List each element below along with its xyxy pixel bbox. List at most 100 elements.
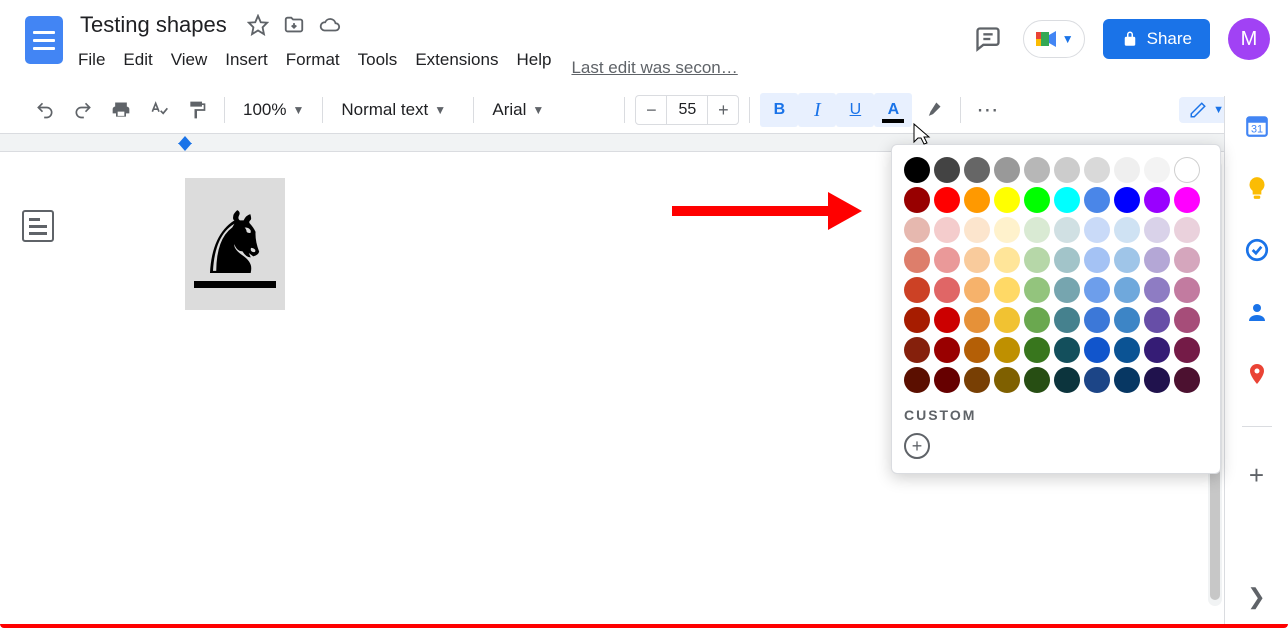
color-swatch[interactable] <box>1084 157 1110 183</box>
color-swatch[interactable] <box>964 307 990 333</box>
menu-help[interactable]: Help <box>516 50 551 70</box>
maps-addon-icon[interactable] <box>1243 360 1271 388</box>
color-swatch[interactable] <box>994 277 1020 303</box>
color-swatch[interactable] <box>1054 307 1080 333</box>
color-swatch[interactable] <box>904 307 930 333</box>
color-swatch[interactable] <box>1114 277 1140 303</box>
bold-button[interactable]: B <box>760 93 798 127</box>
italic-button[interactable]: I <box>798 93 836 127</box>
color-swatch[interactable] <box>1144 337 1170 363</box>
color-swatch[interactable] <box>1114 367 1140 393</box>
color-swatch[interactable] <box>904 247 930 273</box>
spellcheck-button[interactable] <box>142 93 176 127</box>
color-swatch[interactable] <box>1024 277 1050 303</box>
color-swatch[interactable] <box>1084 307 1110 333</box>
text-color-button[interactable]: A <box>874 93 912 127</box>
paragraph-style-select[interactable]: Normal text▼ <box>333 93 463 127</box>
color-swatch[interactable] <box>1054 217 1080 243</box>
color-swatch[interactable] <box>1114 337 1140 363</box>
document-outline-button[interactable] <box>22 210 54 242</box>
color-swatch[interactable] <box>1144 307 1170 333</box>
font-size-decrease[interactable]: − <box>636 100 666 121</box>
color-swatch[interactable] <box>1084 367 1110 393</box>
color-swatch[interactable] <box>904 217 930 243</box>
font-family-select[interactable]: Arial▼ <box>484 93 614 127</box>
menu-view[interactable]: View <box>171 50 208 70</box>
paint-format-button[interactable] <box>180 93 214 127</box>
color-swatch[interactable] <box>934 307 960 333</box>
move-folder-icon[interactable] <box>283 14 305 36</box>
color-swatch[interactable] <box>1024 217 1050 243</box>
zoom-select[interactable]: 100%▼ <box>235 93 312 127</box>
color-swatch[interactable] <box>1054 187 1080 213</box>
color-swatch[interactable] <box>934 217 960 243</box>
color-swatch[interactable] <box>964 337 990 363</box>
color-swatch[interactable] <box>1054 157 1080 183</box>
color-swatch[interactable] <box>1174 217 1200 243</box>
color-swatch[interactable] <box>1144 247 1170 273</box>
color-swatch[interactable] <box>1144 367 1170 393</box>
color-swatch[interactable] <box>1114 307 1140 333</box>
highlight-color-button[interactable] <box>916 93 950 127</box>
comments-icon[interactable] <box>971 22 1005 56</box>
color-swatch[interactable] <box>1114 187 1140 213</box>
color-swatch[interactable] <box>1024 367 1050 393</box>
font-size-value[interactable]: 55 <box>666 96 708 124</box>
color-swatch[interactable] <box>994 187 1020 213</box>
color-swatch[interactable] <box>904 337 930 363</box>
color-swatch[interactable] <box>904 157 930 183</box>
color-swatch[interactable] <box>934 277 960 303</box>
get-addons-button[interactable]: + <box>1243 461 1271 489</box>
color-swatch[interactable] <box>1144 157 1170 183</box>
color-swatch[interactable] <box>1174 367 1200 393</box>
color-swatch[interactable] <box>964 217 990 243</box>
color-swatch[interactable] <box>1084 277 1110 303</box>
indent-marker[interactable] <box>178 136 192 150</box>
color-swatch[interactable] <box>1144 277 1170 303</box>
color-swatch[interactable] <box>1024 337 1050 363</box>
color-swatch[interactable] <box>1084 217 1110 243</box>
color-swatch[interactable] <box>1174 307 1200 333</box>
color-swatch[interactable] <box>934 247 960 273</box>
color-swatch[interactable] <box>964 367 990 393</box>
color-swatch[interactable] <box>934 337 960 363</box>
color-swatch[interactable] <box>1024 157 1050 183</box>
color-swatch[interactable] <box>904 187 930 213</box>
color-swatch[interactable] <box>904 277 930 303</box>
add-custom-color-button[interactable]: + <box>904 433 930 459</box>
color-swatch[interactable] <box>994 307 1020 333</box>
color-swatch[interactable] <box>1024 247 1050 273</box>
redo-button[interactable] <box>66 93 100 127</box>
menu-extensions[interactable]: Extensions <box>415 50 498 70</box>
color-swatch[interactable] <box>1084 187 1110 213</box>
more-tools-button[interactable]: ⋯ <box>971 93 1005 127</box>
keep-addon-icon[interactable] <box>1243 174 1271 202</box>
color-swatch[interactable] <box>994 157 1020 183</box>
color-swatch[interactable] <box>934 367 960 393</box>
color-swatch[interactable] <box>1054 367 1080 393</box>
color-swatch[interactable] <box>1024 307 1050 333</box>
color-swatch[interactable] <box>964 277 990 303</box>
color-swatch[interactable] <box>1084 247 1110 273</box>
cloud-status-icon[interactable] <box>319 14 341 36</box>
color-swatch[interactable] <box>994 247 1020 273</box>
color-swatch[interactable] <box>1114 157 1140 183</box>
color-swatch[interactable] <box>1114 217 1140 243</box>
color-swatch[interactable] <box>1144 187 1170 213</box>
inserted-shape[interactable]: ♞ <box>185 178 285 310</box>
color-swatch[interactable] <box>964 247 990 273</box>
color-swatch[interactable] <box>1174 277 1200 303</box>
color-swatch[interactable] <box>994 367 1020 393</box>
tasks-addon-icon[interactable] <box>1243 236 1271 264</box>
menu-file[interactable]: File <box>78 50 105 70</box>
undo-button[interactable] <box>28 93 62 127</box>
side-panel-toggle[interactable]: ❯ <box>1247 584 1265 610</box>
menu-insert[interactable]: Insert <box>225 50 268 70</box>
color-swatch[interactable] <box>994 337 1020 363</box>
color-swatch[interactable] <box>1054 277 1080 303</box>
last-edit-link[interactable]: Last edit was secon… <box>571 58 737 86</box>
account-avatar[interactable]: M <box>1228 18 1270 60</box>
color-swatch[interactable] <box>1174 337 1200 363</box>
color-swatch[interactable] <box>904 367 930 393</box>
calendar-addon-icon[interactable]: 31 <box>1243 112 1271 140</box>
